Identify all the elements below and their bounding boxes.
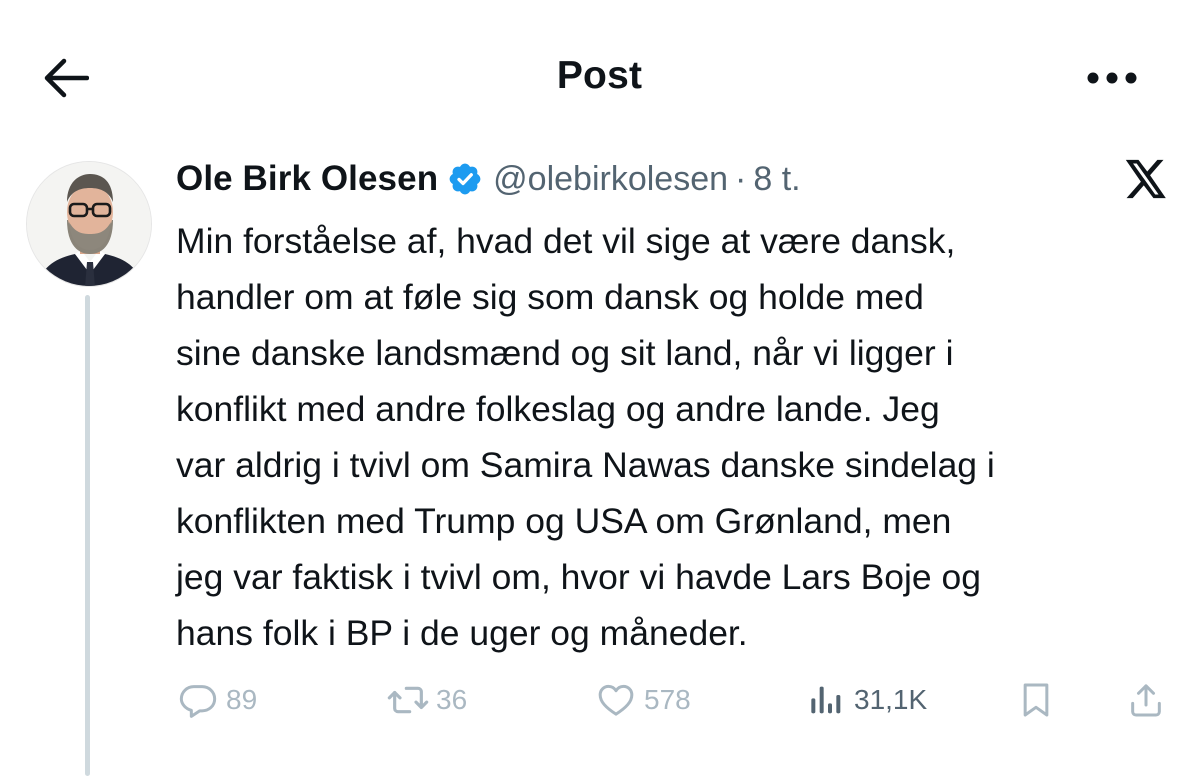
avatar[interactable] bbox=[26, 161, 152, 287]
repost-icon bbox=[386, 678, 430, 722]
views-count: 31,1K bbox=[854, 684, 928, 715]
like-count: 578 bbox=[644, 684, 691, 715]
reply-button[interactable]: 89 bbox=[176, 676, 257, 724]
x-logo-icon bbox=[1121, 157, 1171, 201]
verified-badge-icon[interactable] bbox=[447, 161, 483, 197]
author-name[interactable]: Ole Birk Olesen bbox=[176, 159, 438, 199]
post-text-line: hans folk i BP i de uger og måneder. bbox=[176, 613, 748, 653]
reply-icon bbox=[176, 678, 220, 722]
author-handle[interactable]: @olebirkolesen bbox=[493, 160, 728, 199]
more-horizontal-icon bbox=[1086, 71, 1138, 90]
bookmark-button[interactable] bbox=[1014, 676, 1058, 724]
post-page: Post Ole Birk Olesen @olebirkolesen · 8 … bbox=[0, 0, 1199, 776]
top-bar: Post bbox=[0, 0, 1199, 150]
heart-icon bbox=[594, 678, 638, 722]
more-options-button[interactable] bbox=[1082, 60, 1142, 100]
post-text-line: sine danske landsmænd og sit land, når v… bbox=[176, 333, 954, 373]
page-title: Post bbox=[556, 54, 643, 97]
repost-count: 36 bbox=[436, 684, 468, 715]
repost-button[interactable]: 36 bbox=[386, 676, 467, 724]
post-text-line: konflikten med Trump og USA om Grønland,… bbox=[176, 501, 952, 541]
author-photo bbox=[27, 162, 151, 286]
views-button[interactable]: 31,1K bbox=[804, 676, 927, 724]
post-text-line: jeg var faktisk i tvivl om, hvor vi havd… bbox=[176, 557, 982, 597]
post-text-line: handler om at føle sig som dansk og hold… bbox=[176, 277, 924, 317]
like-button[interactable]: 578 bbox=[594, 676, 691, 724]
post-time[interactable]: 8 t. bbox=[753, 160, 800, 199]
post-text-line: var aldrig i tvivl om Samira Nawas dansk… bbox=[176, 445, 995, 485]
thread-line bbox=[85, 295, 90, 776]
action-bar: 89 36 578 31,1K bbox=[176, 676, 1176, 724]
views-icon bbox=[804, 678, 848, 722]
reply-count: 89 bbox=[226, 684, 258, 715]
bookmark-icon bbox=[1014, 678, 1058, 722]
post-header: Ole Birk Olesen @olebirkolesen · 8 t. bbox=[176, 152, 801, 206]
post-text-line: Min forståelse af, hvad det vil sige at … bbox=[176, 221, 956, 261]
post-text-line: konflikt med andre folkeslag og andre la… bbox=[176, 389, 940, 429]
post-text: Min forståelse af, hvad det vil sige at … bbox=[176, 213, 1176, 661]
meta-separator: · bbox=[735, 159, 747, 198]
share-button[interactable] bbox=[1124, 676, 1168, 724]
share-icon bbox=[1124, 678, 1168, 722]
